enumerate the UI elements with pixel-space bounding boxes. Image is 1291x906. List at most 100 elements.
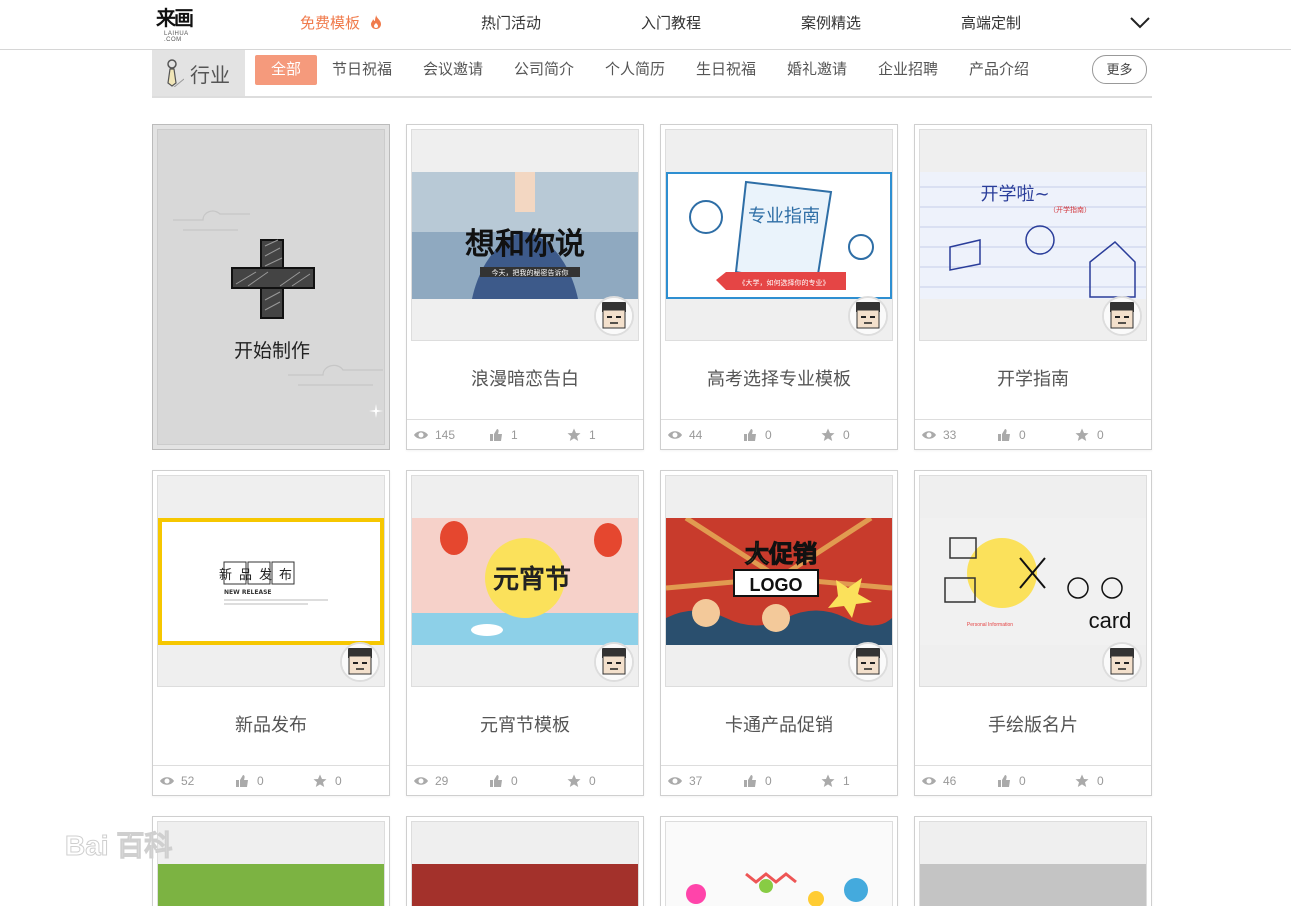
template-card[interactable]: card Personal Information 手绘版名片 46 0 0 [914, 470, 1152, 796]
thumb-art: 新品发布 NEW RELEASE [158, 518, 384, 645]
template-card[interactable]: 元宵节元宵节模板 29 0 0 [406, 470, 644, 796]
nav-item-free-templates[interactable]: 免费模板 [300, 15, 382, 33]
star-icon[interactable] [313, 774, 327, 788]
template-thumbnail[interactable]: 专业指南 《大学，如何选择你的专业》 [665, 129, 893, 341]
top-nav: 来画 LAIHUA .COM 免费模板 热门活动 入门教程 案例精选 高端定制 [0, 0, 1291, 50]
category-bar: 行业 全部 节日祝福 会议邀请 公司简介 个人简历 生日祝福 婚礼邀请 企业招聘… [152, 50, 1152, 98]
like-count-value: 0 [765, 428, 772, 442]
template-card-partial[interactable] [406, 816, 644, 906]
like-count-value: 0 [1019, 428, 1026, 442]
thumb-art: 大促销 LOGO [666, 518, 892, 645]
start-create-card[interactable]: 开始制作 [152, 124, 390, 450]
start-create-inner: 开始制作 [157, 129, 385, 445]
template-title[interactable]: 卡通产品促销 [661, 711, 897, 737]
like-icon[interactable] [997, 774, 1011, 788]
svg-text:《大学，如何选择你的专业》: 《大学，如何选择你的专业》 [739, 278, 830, 287]
site-logo[interactable]: 来画 LAIHUA .COM [156, 6, 200, 44]
template-title[interactable]: 元宵节模板 [407, 711, 643, 737]
nav-item-hot-events[interactable]: 热门活动 [481, 15, 541, 33]
like-icon[interactable] [743, 428, 757, 442]
template-title[interactable]: 新品发布 [153, 711, 389, 737]
view-count-value: 46 [943, 774, 957, 788]
star-icon[interactable] [821, 428, 835, 442]
thumb-art [412, 864, 638, 906]
nav-label: 免费模板 [300, 15, 361, 32]
author-avatar[interactable] [340, 642, 380, 682]
template-card[interactable]: 专业指南 《大学，如何选择你的专业》 高考选择专业模板 44 0 0 [660, 124, 898, 450]
start-create-label: 开始制作 [233, 341, 310, 362]
thumb-art: 开学啦~（开学指南） [920, 172, 1146, 299]
template-thumbnail[interactable]: 元宵节 [411, 475, 639, 687]
template-card-partial[interactable] [914, 816, 1152, 906]
industry-label: 行业 [190, 65, 230, 87]
svg-text:开学啦~: 开学啦~ [980, 184, 1049, 205]
favorite-count-value: 1 [843, 774, 850, 788]
thumb-art [920, 864, 1146, 906]
star-icon[interactable] [567, 774, 581, 788]
author-avatar[interactable] [594, 296, 634, 336]
author-avatar-icon [850, 298, 886, 334]
template-card-partial[interactable] [660, 816, 898, 906]
chevron-down-icon[interactable] [1129, 14, 1151, 30]
author-avatar-icon [850, 644, 886, 680]
category-holiday[interactable]: 节日祝福 [332, 55, 392, 85]
category-all[interactable]: 全部 [255, 55, 317, 85]
author-avatar[interactable] [848, 642, 888, 682]
like-icon[interactable] [489, 428, 503, 442]
plus-icon [231, 239, 315, 319]
star-icon[interactable] [821, 774, 835, 788]
category-wedding[interactable]: 婚礼邀请 [787, 55, 847, 85]
template-card[interactable]: 开学啦~ （开学指南） 开学指南 33 0 0 [914, 124, 1152, 450]
category-meeting[interactable]: 会议邀请 [423, 55, 483, 85]
star-icon[interactable] [1075, 428, 1089, 442]
template-title[interactable]: 手绘版名片 [915, 711, 1151, 737]
like-icon[interactable] [489, 774, 503, 788]
template-thumbnail[interactable]: 新品发布 NEW RELEASE [157, 475, 385, 687]
author-avatar[interactable] [594, 642, 634, 682]
author-avatar[interactable] [1102, 296, 1142, 336]
template-card[interactable]: 想和你说 今天，把我的秘密告诉你 浪漫暗恋告白 145 1 1 [406, 124, 644, 450]
thumb-art [686, 872, 868, 906]
template-stats: 29 0 0 [407, 765, 643, 795]
template-thumbnail[interactable]: 想和你说 今天，把我的秘密告诉你 [411, 129, 639, 341]
svg-text:今天，把我的秘密告诉你: 今天，把我的秘密告诉你 [492, 268, 569, 277]
template-stats: 33 0 0 [915, 419, 1151, 449]
category-product[interactable]: 产品介绍 [969, 55, 1029, 85]
category-resume[interactable]: 个人简历 [605, 55, 665, 85]
category-underline [152, 96, 1152, 98]
author-avatar[interactable] [848, 296, 888, 336]
template-thumbnail[interactable]: 开学啦~ （开学指南） [919, 129, 1147, 341]
template-title[interactable]: 浪漫暗恋告白 [407, 365, 643, 391]
star-icon[interactable] [567, 428, 581, 442]
nav-item-tutorials[interactable]: 入门教程 [641, 15, 701, 33]
view-count-value: 37 [689, 774, 703, 788]
view-count-value: 52 [181, 774, 195, 788]
star-icon[interactable] [1075, 774, 1089, 788]
like-icon[interactable] [997, 428, 1011, 442]
like-icon[interactable] [235, 774, 249, 788]
template-card[interactable]: 大促销 LOGO 卡通产品促销 37 0 1 [660, 470, 898, 796]
like-icon[interactable] [743, 774, 757, 788]
template-thumbnail[interactable]: 大促销 LOGO [665, 475, 893, 687]
eye-icon [414, 777, 428, 785]
more-button[interactable]: 更多 [1092, 55, 1147, 84]
nav-item-custom[interactable]: 高端定制 [961, 15, 1021, 33]
template-title[interactable]: 高考选择专业模板 [661, 365, 897, 391]
nav-item-showcase[interactable]: 案例精选 [801, 15, 861, 33]
favorite-count-value: 0 [589, 774, 596, 788]
favorite-count-value: 1 [589, 428, 596, 442]
category-company[interactable]: 公司简介 [514, 55, 574, 85]
category-birthday[interactable]: 生日祝福 [696, 55, 756, 85]
template-title[interactable]: 开学指南 [915, 365, 1151, 391]
author-avatar-icon [1104, 644, 1140, 680]
eye-icon [922, 431, 936, 439]
thumb-art: 想和你说今天，把我的秘密告诉你 [412, 172, 638, 299]
template-thumbnail[interactable]: card Personal Information [919, 475, 1147, 687]
template-card[interactable]: 新品发布 NEW RELEASE 新品发布 52 0 0 [152, 470, 390, 796]
thumb-art: 专业指南《大学，如何选择你的专业》 [666, 172, 892, 299]
svg-text:Bai 百科: Bai 百科 [65, 830, 172, 861]
author-avatar[interactable] [1102, 642, 1142, 682]
logo-subtext: LAIHUA .COM [164, 31, 189, 43]
flame-icon [371, 15, 382, 29]
category-recruit[interactable]: 企业招聘 [878, 55, 938, 85]
